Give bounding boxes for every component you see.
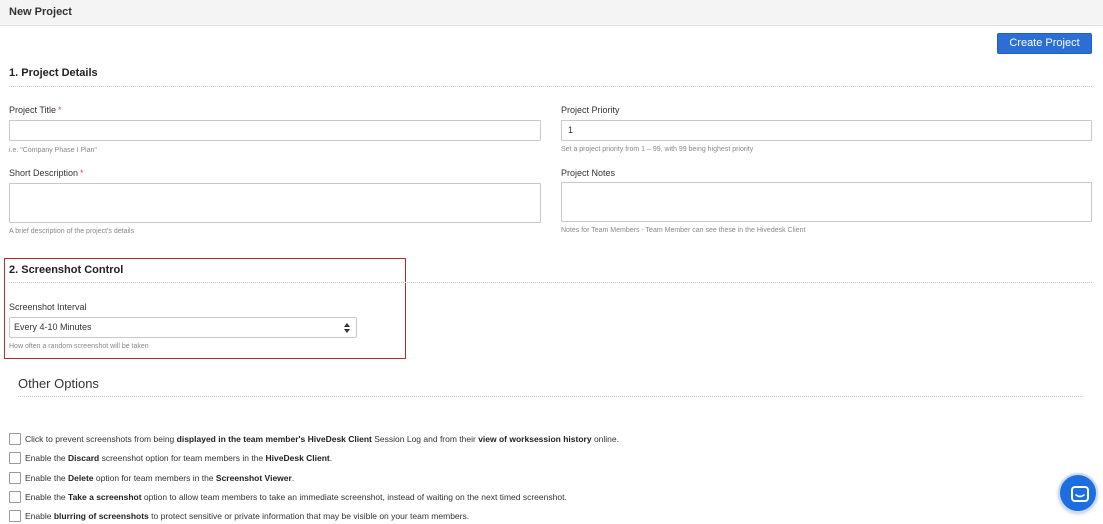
updown-arrows-icon (344, 323, 350, 333)
create-project-button[interactable]: Create Project (997, 33, 1092, 54)
project-title-hint: i.e. "Company Phase I Plan" (9, 147, 97, 154)
project-notes-label: Project Notes (561, 168, 616, 178)
option-text: Enable the Delete option for team member… (25, 473, 295, 483)
project-notes-hint: Notes for Team Members - Team Member can… (561, 227, 806, 234)
option-checkbox[interactable] (9, 510, 21, 522)
required-marker: * (58, 105, 62, 115)
option-text: Enable the Discard screenshot option for… (25, 453, 333, 463)
project-priority-hint: Set a project priority from 1 – 99, with… (561, 146, 754, 153)
screenshot-interval-select[interactable]: Every 4-10 Minutes (9, 317, 357, 338)
project-priority-input[interactable]: 1 (561, 120, 1092, 141)
screenshot-interval-label: Screenshot Interval (9, 302, 87, 312)
required-marker: * (80, 168, 84, 178)
chat-launcher-button[interactable] (1058, 473, 1098, 513)
option-checkbox[interactable] (9, 472, 21, 484)
other-options-title: Other Options (18, 376, 99, 391)
chat-bubble-icon (1071, 486, 1089, 502)
short-description-label: Short Description * (9, 168, 84, 178)
project-title-label: Project Title * (9, 105, 62, 115)
section-divider (9, 282, 1092, 283)
option-text: Enable the Take a screenshot option to a… (25, 492, 567, 502)
option-checkbox[interactable] (9, 491, 21, 503)
option-text: Click to prevent screenshots from being … (25, 434, 619, 444)
section-divider (9, 86, 1092, 87)
section-project-details-title: 1. Project Details (9, 67, 98, 79)
project-priority-label: Project Priority (561, 105, 620, 115)
project-notes-textarea[interactable] (561, 182, 1092, 222)
section-screenshot-control-title: 2. Screenshot Control (9, 264, 124, 276)
screenshot-interval-hint: How often a random screenshot will be ta… (9, 343, 149, 350)
option-text: Enable blurring of screenshots to protec… (25, 511, 470, 521)
option-checkbox[interactable] (9, 452, 21, 464)
option-checkbox[interactable] (9, 433, 21, 445)
page-header: New Project (0, 0, 1103, 26)
section-divider (18, 396, 1083, 397)
short-description-textarea[interactable] (9, 183, 541, 223)
screenshot-interval-value: Every 4-10 Minutes (14, 322, 92, 332)
short-description-hint: A brief description of the project's det… (9, 228, 135, 235)
page-title: New Project (9, 6, 72, 18)
project-title-input[interactable] (9, 120, 541, 141)
